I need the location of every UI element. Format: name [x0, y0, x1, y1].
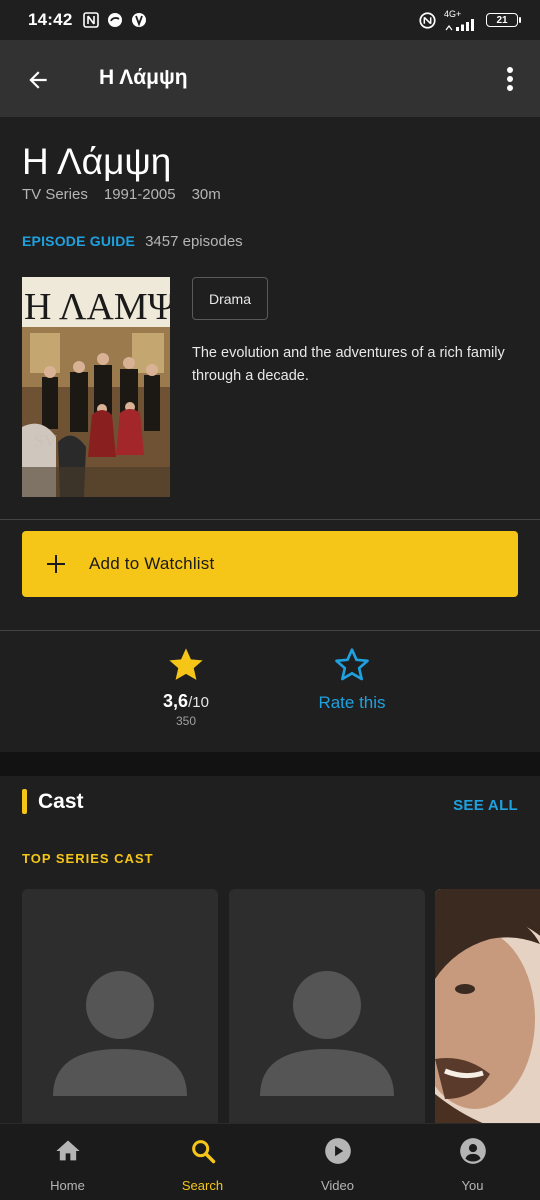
- rate-this-button[interactable]: Rate this: [290, 645, 414, 713]
- status-notification-icons: [82, 11, 148, 29]
- divider: [0, 519, 540, 520]
- nav-label: You: [461, 1178, 484, 1193]
- battery-icon: 21: [486, 13, 521, 27]
- play-circle-icon: [323, 1136, 353, 1166]
- signal-indicator: 4G+: [444, 8, 478, 31]
- poster-artwork: SV Η ΛΑΜΨΗ: [22, 277, 170, 497]
- cast-header: Cast: [22, 789, 84, 814]
- rating-scale: /10: [188, 694, 209, 711]
- genre-chip[interactable]: Drama: [192, 277, 269, 320]
- account-icon: [458, 1136, 488, 1166]
- plot-summary[interactable]: The evolution and the adventures of a ri…: [192, 342, 512, 388]
- nfc-icon: [82, 11, 100, 29]
- network-type: 4G+: [444, 8, 462, 19]
- app-bar-title: Η Λάμψη: [99, 66, 188, 89]
- home-icon: [53, 1136, 83, 1166]
- title-meta-row: TV Series 1991-2005 30m: [22, 186, 221, 203]
- nav-video[interactable]: Video: [270, 1124, 405, 1200]
- nav-you[interactable]: You: [405, 1124, 540, 1200]
- search-icon: [188, 1136, 218, 1166]
- nav-home[interactable]: Home: [0, 1124, 135, 1200]
- title-years: 1991-2005: [103, 186, 176, 203]
- rating-count: 350: [175, 714, 197, 728]
- svg-text:SV: SV: [34, 431, 57, 451]
- section-accent-bar: [22, 789, 27, 814]
- rate-this-label: Rate this: [318, 693, 386, 712]
- app-bar: Η Λάμψη: [0, 40, 540, 117]
- episode-count: 3457 episodes: [145, 233, 243, 250]
- plus-icon: [47, 555, 65, 573]
- episode-guide-link[interactable]: EPISODE GUIDE: [22, 233, 135, 249]
- cast-card-photo[interactable]: [435, 889, 540, 1129]
- rating-value-line: 3,6/10: [136, 691, 236, 712]
- divider: [0, 630, 540, 631]
- bottom-navigation: Home Search Video You: [0, 1123, 540, 1200]
- sync-icon: [106, 11, 124, 29]
- cast-title: Cast: [38, 789, 84, 813]
- screen: 14:42 4G+ 21 Η Λάμψη Η Λάμψη TV Series 1…: [0, 0, 540, 1200]
- person-placeholder-icon: [53, 971, 187, 1096]
- series-title: Η Λάμψη: [22, 141, 172, 182]
- more-options-button[interactable]: [500, 64, 520, 94]
- nav-label: Home: [50, 1178, 85, 1193]
- status-system-icons: 4G+ 21: [418, 8, 521, 31]
- watchlist-label: Add to Watchlist: [89, 554, 215, 573]
- nav-label: Search: [181, 1178, 224, 1193]
- poster-title-text: Η ΛΑΜΨΗ: [24, 286, 170, 328]
- star-outline-icon: [335, 648, 369, 681]
- title-type: TV Series: [22, 186, 88, 203]
- see-all-cast-button[interactable]: SEE ALL: [453, 797, 518, 814]
- cast-photo: [435, 889, 540, 1129]
- nav-search[interactable]: Search: [135, 1124, 270, 1200]
- status-time: 14:42: [28, 10, 73, 29]
- poster-image[interactable]: SV Η ΛΑΜΨΗ: [22, 277, 170, 497]
- person-placeholder-icon: [260, 971, 394, 1096]
- star-filled-icon: [169, 648, 203, 680]
- top-series-cast-label: TOP SERIES CAST: [22, 851, 154, 866]
- data-saver-icon: [418, 11, 436, 29]
- episode-row: EPISODE GUIDE 3457 episodes: [22, 233, 243, 250]
- nav-label: Video: [320, 1178, 354, 1193]
- vpn-icon: [130, 11, 148, 29]
- title-runtime: 30m: [191, 186, 221, 203]
- add-to-watchlist-button[interactable]: Add to Watchlist: [22, 531, 518, 597]
- back-button[interactable]: [22, 64, 54, 96]
- arrow-back-icon: [29, 71, 47, 89]
- title-block: Η Λάμψη: [22, 140, 171, 184]
- cast-card[interactable]: [229, 889, 425, 1129]
- more-vert-icon: [507, 67, 513, 91]
- status-bar: 14:42 4G+ 21: [0, 0, 540, 40]
- signal-bars-icon: [445, 18, 474, 31]
- imdb-rating[interactable]: 3,6/10 350: [136, 645, 236, 728]
- rating-value: 3,6: [163, 691, 189, 711]
- section-separator: [0, 752, 540, 776]
- cast-card[interactable]: [22, 889, 218, 1129]
